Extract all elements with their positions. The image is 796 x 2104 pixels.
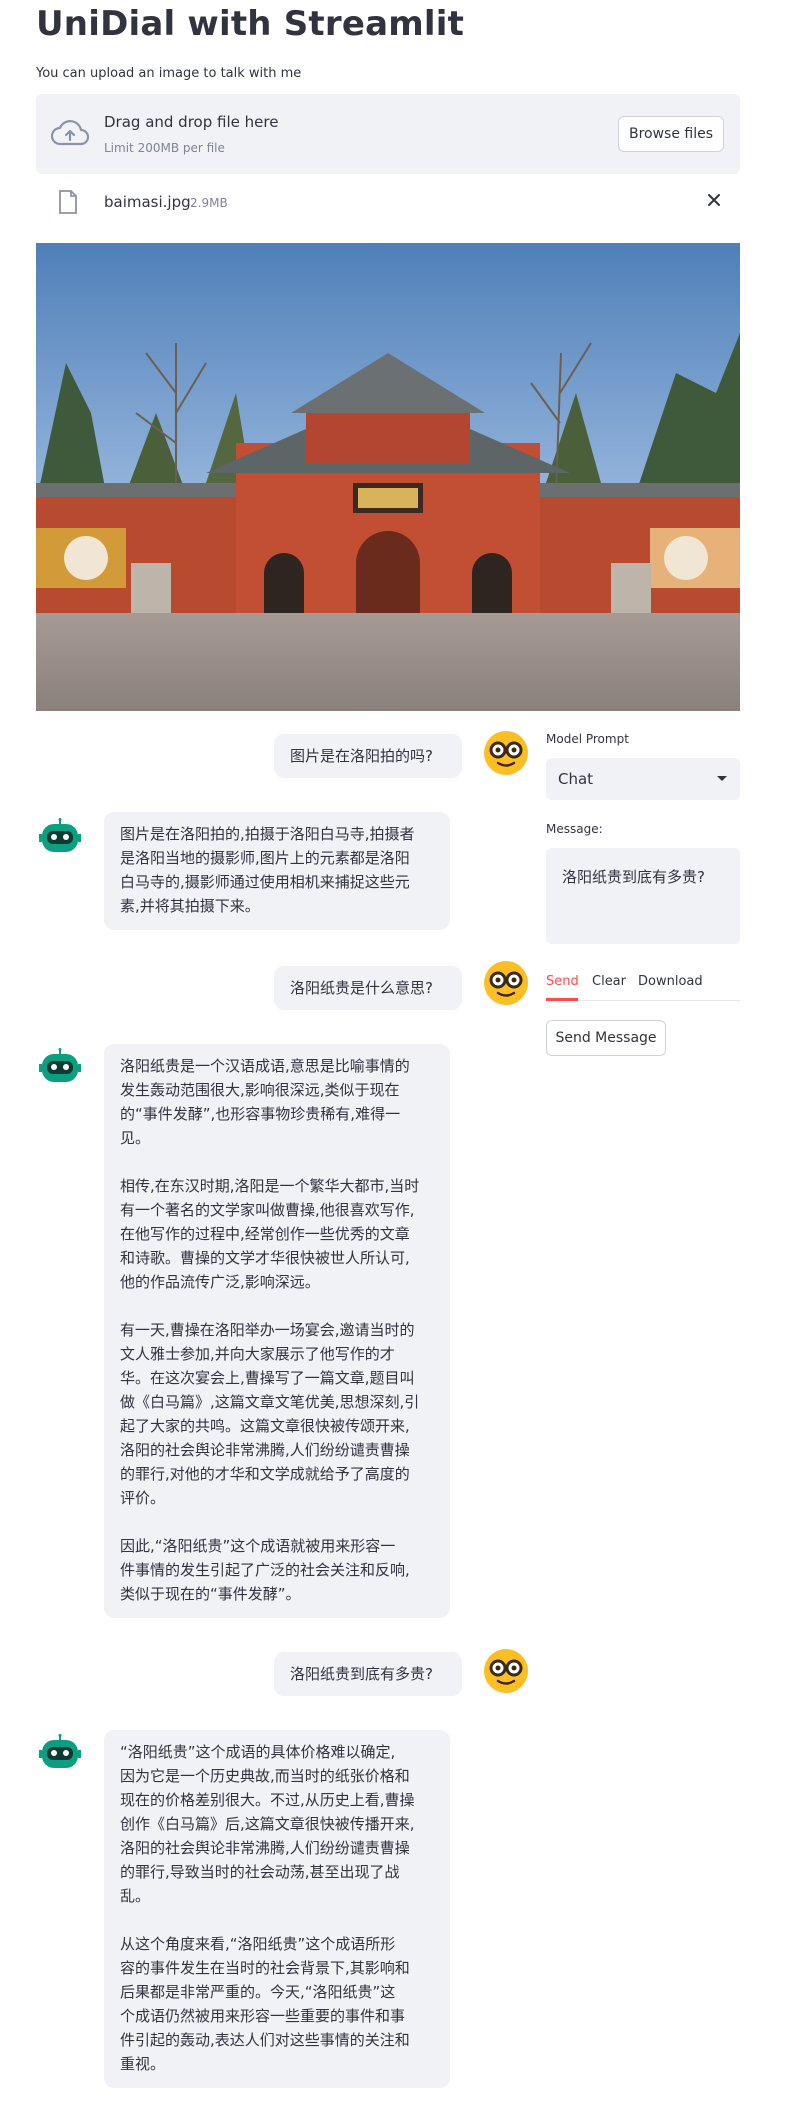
user-message: 图片是在洛阳拍的吗?: [274, 734, 462, 778]
message-label: Message:: [546, 822, 603, 836]
assistant-message: “洛阳纸贵”这个成语的具体价格难以确定, 因为它是一个历史典故,而当时的纸张价格…: [104, 1730, 450, 2088]
assistant-message: 图片是在洛阳拍的,拍摄于洛阳白马寺,拍摄者 是洛阳当地的摄影师,图片上的元素都是…: [104, 812, 450, 930]
cloud-upload-icon: [50, 120, 90, 146]
page-title: UniDial with Streamlit: [36, 4, 465, 44]
user-message: 洛阳纸贵是什么意思?: [274, 966, 462, 1010]
tab-send[interactable]: Send: [546, 974, 579, 989]
upload-limit-text: Limit 200MB per file: [104, 141, 225, 155]
uploaded-file-size: 2.9MB: [190, 196, 228, 210]
tab-download[interactable]: Download: [638, 974, 703, 989]
page-subtitle: You can upload an image to talk with me: [36, 66, 302, 81]
model-prompt-select[interactable]: Chat: [546, 758, 740, 800]
tab-active-indicator: [546, 998, 578, 1001]
tab-clear[interactable]: Clear: [592, 974, 626, 989]
file-icon: [59, 190, 77, 214]
user-message: 洛阳纸贵到底有多贵?: [274, 1652, 462, 1696]
model-prompt-value: Chat: [558, 770, 594, 788]
browse-files-button[interactable]: Browse files: [618, 116, 724, 152]
drop-instruction: Drag and drop file here: [104, 113, 279, 131]
message-input[interactable]: 洛阳纸贵到底有多贵?: [546, 848, 740, 944]
chevron-down-icon: [717, 776, 727, 781]
close-icon[interactable]: [704, 190, 724, 210]
robot-icon: [39, 1734, 81, 1768]
uploaded-file-name: baimasi.jpg: [104, 193, 191, 211]
assistant-message: 洛阳纸贵是一个汉语成语,意思是比喻事情的 发生轰动范围很大,影响很深远,类似于现…: [104, 1044, 450, 1618]
uploaded-image: [36, 243, 740, 711]
nerd-face-icon: [484, 1649, 528, 1693]
nerd-face-icon: [484, 961, 528, 1005]
model-prompt-label: Model Prompt: [546, 732, 629, 746]
robot-icon: [39, 818, 81, 852]
nerd-face-icon: [484, 731, 528, 775]
robot-icon: [39, 1048, 81, 1082]
send-message-button[interactable]: Send Message: [546, 1020, 666, 1056]
